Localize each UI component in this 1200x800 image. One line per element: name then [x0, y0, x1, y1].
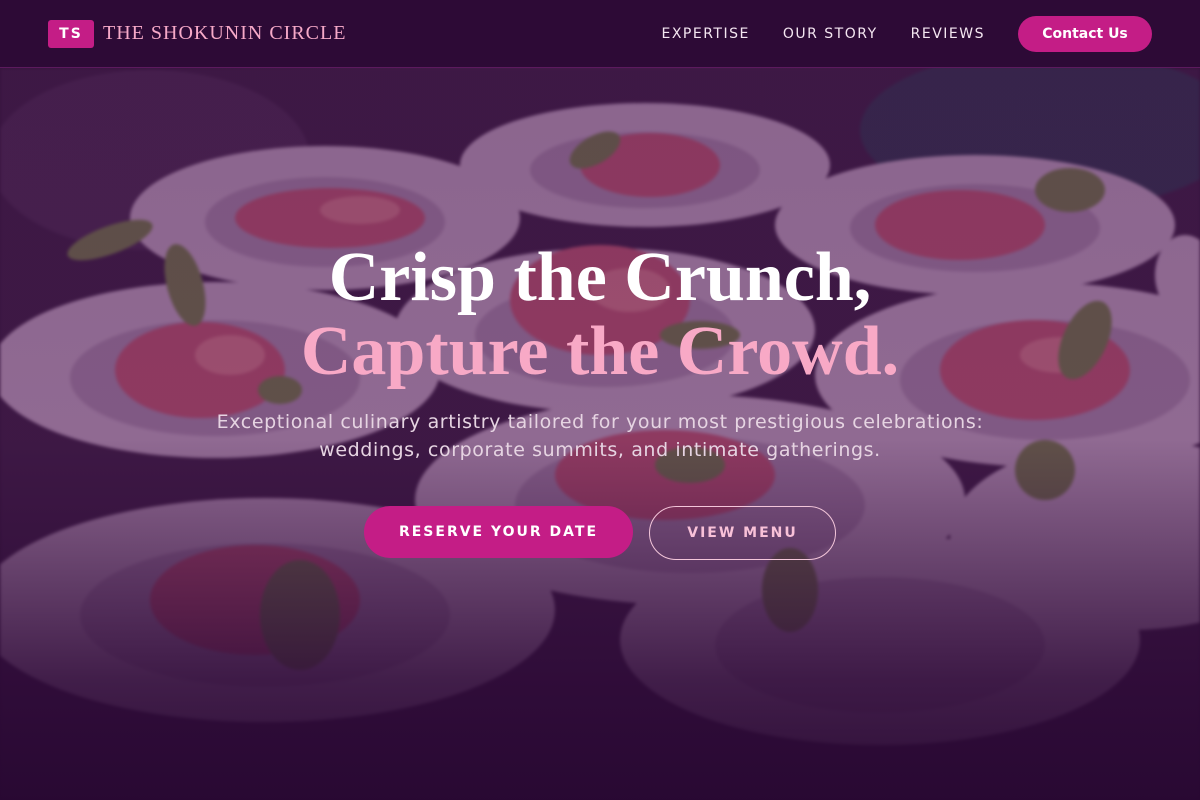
- reserve-your-date-button[interactable]: RESERVE YOUR DATE: [364, 506, 633, 558]
- brand-name: THE SHOKUNIN CIRCLE: [103, 22, 347, 44]
- view-menu-button[interactable]: VIEW MENU: [649, 506, 836, 560]
- nav-link-reviews[interactable]: REVIEWS: [911, 26, 985, 42]
- hero-cta-group: RESERVE YOUR DATE VIEW MENU: [0, 506, 1200, 560]
- contact-us-button[interactable]: Contact Us: [1018, 15, 1152, 52]
- nav-link-expertise[interactable]: EXPERTISE: [661, 26, 749, 42]
- subtitle-line-2: weddings, corporate summits, and intimat…: [319, 439, 881, 461]
- brand-badge: TS: [48, 19, 94, 48]
- brand-logo[interactable]: TS THE SHOKUNIN CIRCLE: [48, 19, 347, 48]
- nav-link-our-story[interactable]: OUR STORY: [783, 26, 878, 42]
- subtitle-line-1: Exceptional culinary artistry tailored f…: [216, 411, 984, 433]
- headline-line-2: Capture the Crowd.: [300, 313, 900, 390]
- hero-section: Crisp the Crunch, Capture the Crowd. Exc…: [0, 240, 1200, 560]
- headline-line-1: Crisp the Crunch,: [328, 239, 872, 316]
- hero-subtitle: Exceptional culinary artistry tailored f…: [0, 408, 1200, 464]
- main-nav: EXPERTISE OUR STORY REVIEWS Contact Us: [661, 15, 1152, 52]
- hero-headline: Crisp the Crunch, Capture the Crowd.: [0, 240, 1200, 388]
- top-navigation-bar: TS THE SHOKUNIN CIRCLE EXPERTISE OUR STO…: [0, 0, 1200, 68]
